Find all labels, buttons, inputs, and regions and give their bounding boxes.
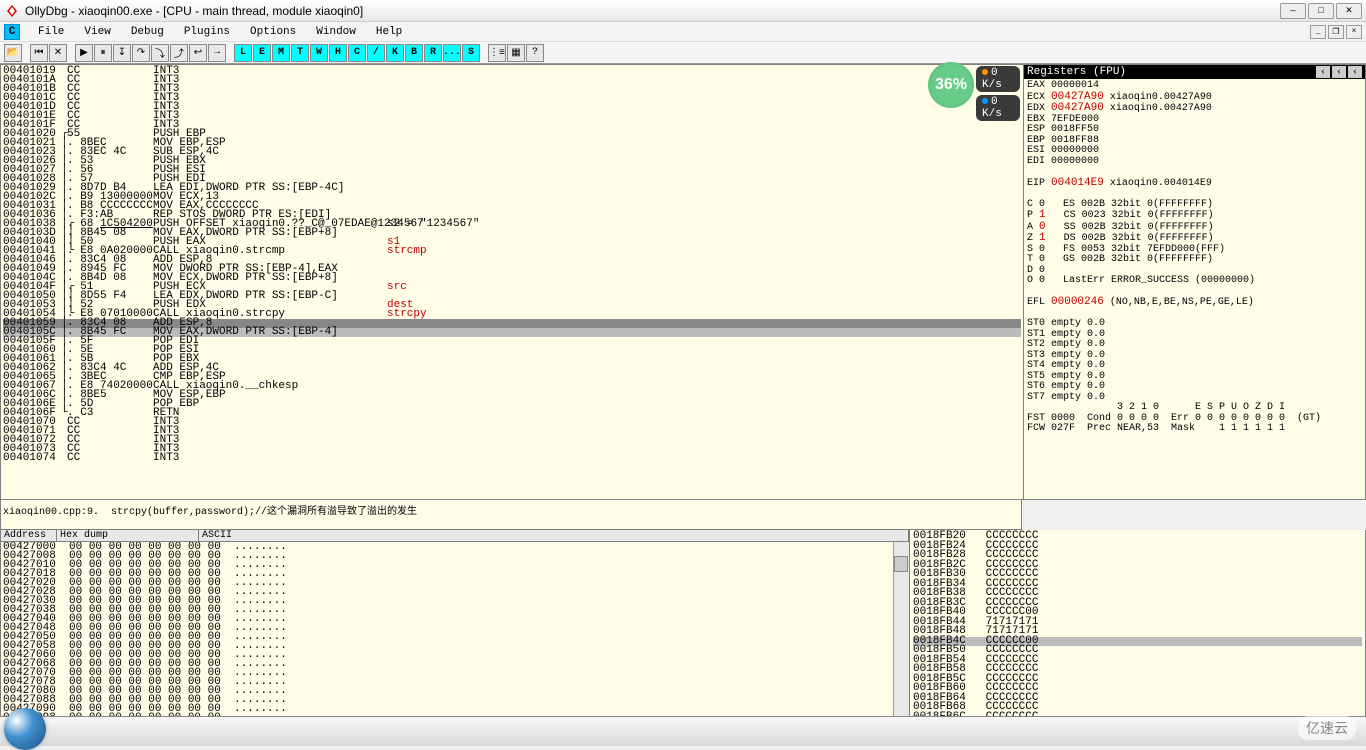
dump-scrollbar[interactable] (893, 542, 909, 742)
toolbar-e-button[interactable]: E (253, 44, 271, 62)
toolbar-r-button[interactable]: R (424, 44, 442, 62)
menu-help[interactable]: Help (366, 24, 412, 40)
toolbar-h-button[interactable]: H (329, 44, 347, 62)
registers-title: Registers (FPU) (1027, 66, 1126, 78)
step-into-button[interactable]: ↧ (113, 44, 131, 62)
close-debug-button[interactable]: ✕ (49, 44, 67, 62)
start-button[interactable] (4, 708, 46, 750)
registers-header: Registers (FPU) ‹ ‹ ‹ (1024, 65, 1365, 79)
toolbar-m-button[interactable]: M (272, 44, 290, 62)
trace-over-button[interactable]: ⤴ (170, 44, 188, 62)
help-button[interactable]: ? (526, 44, 544, 62)
menu-window[interactable]: Window (306, 24, 366, 40)
menu-plugins[interactable]: Plugins (174, 24, 240, 40)
execute-till-return-button[interactable]: ↩ (189, 44, 207, 62)
c-button[interactable]: C (4, 24, 20, 40)
app-icon (4, 3, 20, 19)
step-over-button[interactable]: ↷ (132, 44, 150, 62)
menu-debug[interactable]: Debug (121, 24, 174, 40)
minimize-button[interactable]: — (1280, 3, 1306, 19)
disassembly-pane[interactable]: 00401019CCINT30040101ACCINT30040101BCCIN… (1, 65, 1023, 499)
toolbar: 📂 ⏮ ✕ ▶ ⏸ ↧ ↷ ⤵ ⤴ ↩ → LEMTWHC/KBR...S ⋮≡… (0, 42, 1366, 64)
window-titlebar: OllyDbg - xiaoqin00.exe - [CPU - main th… (0, 0, 1366, 22)
mdi-restore-button[interactable]: ❐ (1328, 25, 1344, 39)
registers-body: EAX 00000014 ECX 00427A90 xiaoqin0.00427… (1024, 79, 1365, 437)
open-button[interactable]: 📂 (4, 44, 22, 62)
menu-view[interactable]: View (74, 24, 120, 40)
close-button[interactable]: ✕ (1336, 3, 1362, 19)
toolbar-w-button[interactable]: W (310, 44, 328, 62)
info-pane: xiaoqin00.cpp:9. strcpy(buffer,password)… (0, 500, 1022, 530)
toolbar-l-button[interactable]: L (234, 44, 252, 62)
stack-pane[interactable]: 0018FB20 CCCCCCCC0018FB24 CCCCCCCC0018FB… (910, 530, 1366, 740)
pause-button[interactable]: ⏸ (94, 44, 112, 62)
toolbar-s-button[interactable]: S (462, 44, 480, 62)
toolbar-/-button[interactable]: / (367, 44, 385, 62)
settings-button[interactable]: ⋮≡ (488, 44, 506, 62)
toolbar-c-button[interactable]: C (348, 44, 366, 62)
dump-header: Address Hex dump ASCII (1, 530, 909, 542)
mdi-close-button[interactable]: × (1346, 25, 1362, 39)
taskbar[interactable] (0, 716, 1366, 746)
window-title: OllyDbg - xiaoqin00.exe - [CPU - main th… (25, 4, 1280, 18)
dump-col-ascii[interactable]: ASCII (199, 530, 909, 541)
dump-col-address[interactable]: Address (1, 530, 57, 541)
reg-next-button[interactable]: ‹ (1332, 66, 1346, 78)
reg-last-button[interactable]: ‹ (1348, 66, 1362, 78)
toolbar-...-button[interactable]: ... (443, 44, 461, 62)
toolbar-b-button[interactable]: B (405, 44, 423, 62)
disasm-row[interactable]: 00401074CCINT3 (3, 454, 1021, 463)
mdi-minimize-button[interactable]: _ (1310, 25, 1326, 39)
menu-file[interactable]: File (28, 24, 74, 40)
maximize-button[interactable]: □ (1308, 3, 1334, 19)
run-button[interactable]: ▶ (75, 44, 93, 62)
toolbar-t-button[interactable]: T (291, 44, 309, 62)
registers-pane[interactable]: Registers (FPU) ‹ ‹ ‹ EAX 00000014 ECX 0… (1024, 64, 1366, 500)
menu-options[interactable]: Options (240, 24, 306, 40)
watermark: 亿速云 (1298, 716, 1356, 740)
goto-button[interactable]: → (208, 44, 226, 62)
appearance-button[interactable]: ▦ (507, 44, 525, 62)
menu-bar: C FileViewDebugPluginsOptionsWindowHelp … (0, 22, 1366, 42)
trace-into-button[interactable]: ⤵ (151, 44, 169, 62)
rewind-button[interactable]: ⏮ (30, 44, 48, 62)
reg-prev-button[interactable]: ‹ (1316, 66, 1330, 78)
dump-col-hex[interactable]: Hex dump (57, 530, 199, 541)
toolbar-k-button[interactable]: K (386, 44, 404, 62)
hex-dump-pane[interactable]: Address Hex dump ASCII 00427000 00 00 00… (0, 530, 910, 740)
